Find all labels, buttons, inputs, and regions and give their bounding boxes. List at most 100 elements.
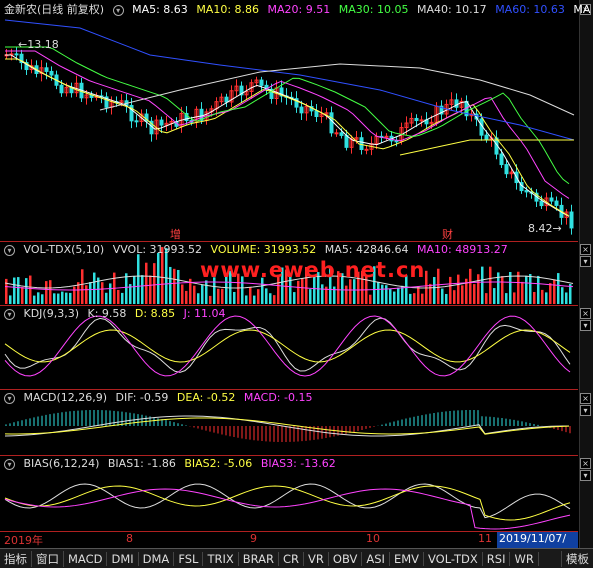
candlestick: [134, 120, 139, 123]
candlestick: [359, 137, 364, 151]
candlestick: [334, 132, 339, 135]
volume-bar: [117, 289, 120, 304]
volume-bar: [233, 291, 236, 304]
volume-bar: [149, 275, 152, 304]
volume-bar: [321, 284, 324, 304]
volume-bar: [121, 292, 124, 304]
volume-bar: [533, 291, 536, 304]
gear-icon[interactable]: ▾: [580, 320, 591, 331]
volume-bar: [141, 275, 144, 304]
volume-bar: [25, 278, 28, 304]
volume-bar: [489, 266, 492, 304]
ma30-line: [5, 46, 570, 185]
main-price-panel[interactable]: 金新农(日线 前复权) ▾ MA5: 8.63 MA10: 8.86 MA20:…: [0, 0, 590, 242]
date-tick-label: 2019年: [4, 534, 43, 547]
vol-ma5-value: MA5: 42846.64: [324, 243, 409, 256]
tab-macd[interactable]: MACD: [64, 551, 108, 566]
tab-wr[interactable]: WR: [510, 551, 539, 566]
volume-bar: [549, 283, 552, 304]
bias3-value: BIAS3: -13.62: [260, 457, 336, 470]
candlestick: [224, 96, 229, 103]
volume-bar: [309, 289, 312, 304]
tab-cr[interactable]: CR: [279, 551, 305, 566]
tab-trix[interactable]: TRIX: [203, 551, 239, 566]
tab-indicators[interactable]: 指标: [0, 550, 32, 567]
volume-bar: [501, 276, 504, 304]
bias3-line: [4, 488, 571, 530]
tab-dmi[interactable]: DMI: [107, 551, 139, 566]
macd-panel[interactable]: ▾ MACD(12,26,9) DIF: -0.59 DEA: -0.52 MA…: [0, 390, 578, 454]
tab-window[interactable]: 窗口: [32, 550, 64, 567]
volume-bar: [205, 280, 208, 304]
settings-icon[interactable]: ▾: [4, 458, 15, 470]
volume-bar: [153, 263, 156, 304]
volume-bar: [537, 275, 540, 304]
tab-asi[interactable]: ASI: [362, 551, 390, 566]
volume-bar: [217, 288, 220, 304]
tab-obv[interactable]: OBV: [329, 551, 363, 566]
volume-bar: [353, 279, 356, 304]
bias2-value: BIAS2: -5.06: [184, 457, 253, 470]
volume-bar: [125, 273, 128, 304]
volume-bar: [101, 282, 104, 304]
volume-bar: [249, 287, 252, 304]
candlestick: [524, 190, 529, 193]
vol-title: VOL-TDX(5,10): [23, 243, 105, 256]
kdj-panel[interactable]: ▾ KDJ(9,3,3) K: 9.58 D: 8.85 J: 11.04: [0, 306, 578, 388]
candlestick: [484, 134, 489, 140]
tab-fsl[interactable]: FSL: [174, 551, 204, 566]
right-scrollbar[interactable]: × × ▾ × ▾ × ▾ × ▾: [579, 0, 593, 548]
volume-bar: [397, 287, 400, 304]
date-tick-label: 8: [126, 532, 133, 545]
volume-bar: [545, 292, 548, 304]
settings-icon[interactable]: ▾: [4, 244, 15, 256]
volume-bar: [349, 279, 352, 304]
tab-rsi[interactable]: RSI: [483, 551, 511, 566]
volume-panel[interactable]: ▾ VOL-TDX(5,10) VVOL: 31993.52 VOLUME: 3…: [0, 242, 578, 304]
bias1-line: [4, 483, 571, 519]
volume-bar: [193, 285, 196, 304]
vvol-value: VVOL: 31993.52: [112, 243, 203, 256]
close-icon[interactable]: ×: [580, 393, 591, 404]
candlestick: [364, 148, 369, 151]
tab-brar[interactable]: BRAR: [239, 551, 280, 566]
tab-vr[interactable]: VR: [304, 551, 329, 566]
event-marker[interactable]: 增: [170, 226, 181, 242]
close-icon[interactable]: ×: [580, 244, 591, 255]
gear-icon[interactable]: ▾: [580, 470, 591, 481]
macd-title: MACD(12,26,9): [23, 391, 108, 404]
volume-bar: [185, 290, 188, 304]
volume-bar: [345, 285, 348, 304]
tab-vol-tdx[interactable]: VOL-TDX: [424, 551, 483, 566]
volume-bar: [541, 289, 544, 304]
volume-bar: [45, 281, 48, 304]
gear-icon[interactable]: ▾: [580, 256, 591, 267]
tab-emv[interactable]: EMV: [390, 551, 424, 566]
candlestick: [504, 164, 509, 175]
volume-bar: [105, 292, 108, 304]
close-icon[interactable]: ×: [580, 308, 591, 319]
volume-bar: [453, 290, 456, 304]
candlestick: [554, 200, 559, 206]
event-marker[interactable]: 财: [442, 226, 453, 242]
date-tick-label: 11: [478, 532, 492, 545]
candlestick: [159, 119, 164, 126]
settings-icon[interactable]: ▾: [4, 308, 15, 320]
volume-bar: [109, 283, 112, 304]
gear-icon[interactable]: ▾: [580, 405, 591, 416]
volume-bar: [33, 295, 36, 304]
volume-value: VOLUME: 31993.52: [210, 243, 317, 256]
volume-bar: [169, 266, 172, 304]
close-icon[interactable]: ×: [580, 458, 591, 469]
volume-bar: [569, 284, 572, 304]
bias-title: BIAS(6,12,24): [23, 457, 100, 470]
settings-icon[interactable]: ▾: [4, 392, 15, 404]
macd-dea-value: DEA: -0.52: [176, 391, 236, 404]
bias-panel[interactable]: ▾ BIAS(6,12,24) BIAS1: -1.86 BIAS2: -5.0…: [0, 456, 578, 531]
tab-dma[interactable]: DMA: [139, 551, 175, 566]
volume-bar: [69, 292, 72, 304]
volume-bar: [469, 268, 472, 304]
volume-bar: [525, 275, 528, 304]
volume-bar: [209, 295, 212, 304]
tab-template[interactable]: 模板: [561, 550, 593, 567]
